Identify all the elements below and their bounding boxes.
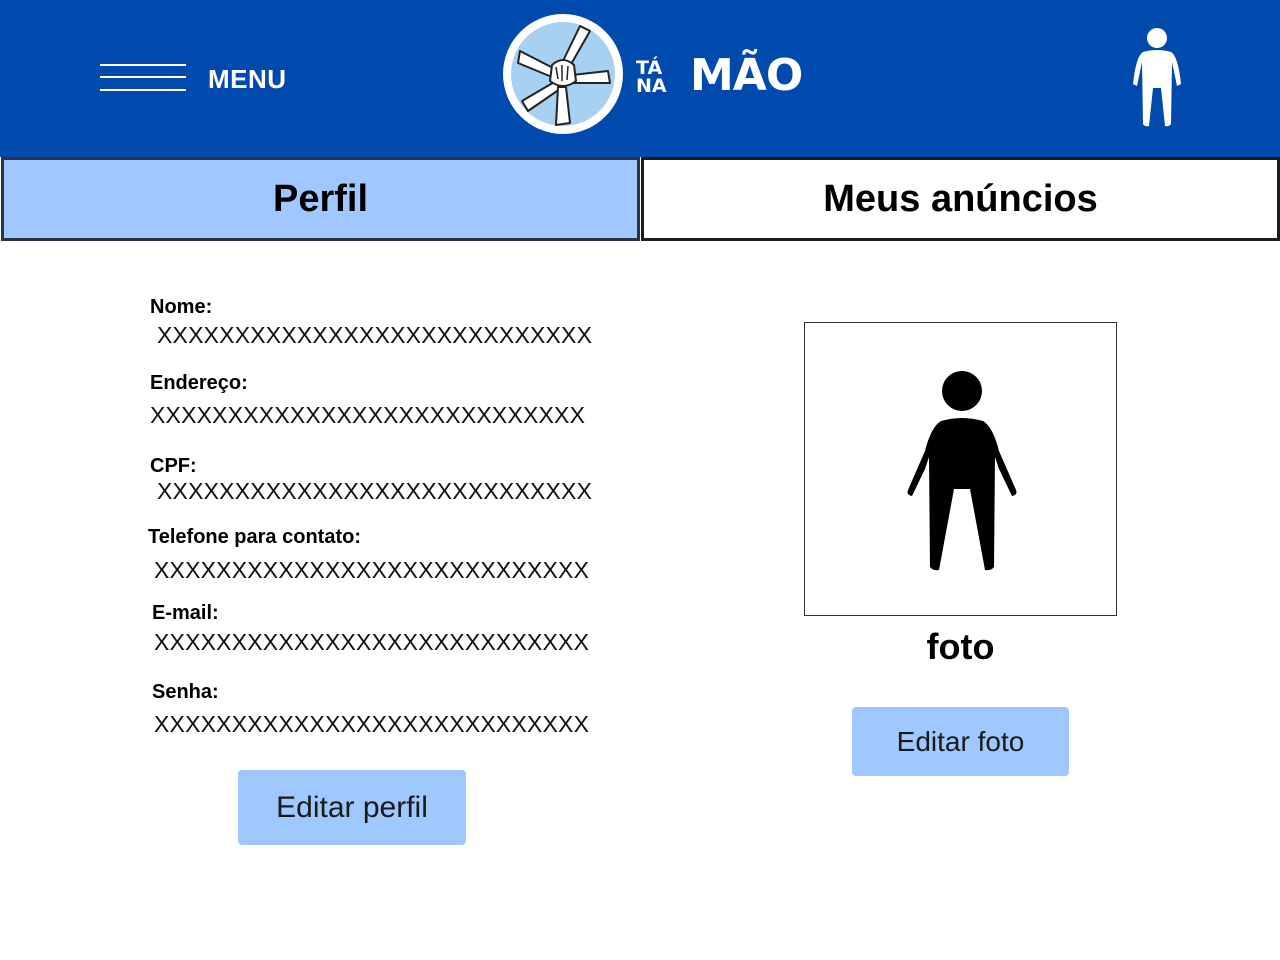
person-icon [907, 371, 1017, 571]
person-icon [1133, 28, 1181, 127]
menu-label: MENU [208, 64, 287, 94]
logo-text-mao: MÃO [690, 50, 803, 101]
logo-text-na: NA [636, 75, 667, 97]
address-value: XXXXXXXXXXXXXXXXXXXXXXXXXXXX [150, 402, 586, 428]
email-value: XXXXXXXXXXXXXXXXXXXXXXXXXXXX [154, 629, 590, 655]
phone-value: XXXXXXXXXXXXXXXXXXXXXXXXXXXX [154, 557, 590, 583]
cpf-value: XXXXXXXXXXXXXXXXXXXXXXXXXXXX [157, 478, 593, 504]
hands-together-icon [503, 14, 623, 134]
menu-button[interactable]: MENU [100, 60, 300, 100]
phone-label: Telefone para contato: [148, 526, 361, 548]
password-value: XXXXXXXXXXXXXXXXXXXXXXXXXXXX [154, 711, 590, 737]
cpf-label: CPF: [150, 455, 197, 477]
edit-photo-button[interactable]: Editar foto [852, 707, 1069, 776]
tab-profile[interactable]: Perfil [1, 157, 640, 241]
name-value: XXXXXXXXXXXXXXXXXXXXXXXXXXXX [157, 322, 593, 348]
tab-my-ads[interactable]: Meus anúncios [641, 157, 1280, 241]
email-label: E-mail: [152, 602, 219, 624]
edit-profile-button[interactable]: Editar perfil [238, 770, 466, 845]
user-account-button[interactable] [1128, 26, 1186, 128]
password-label: Senha: [152, 681, 219, 703]
hamburger-icon [100, 62, 186, 92]
profile-photo [804, 322, 1117, 616]
app-logo[interactable]: TÁ NA MÃO [500, 11, 830, 137]
photo-caption: foto [926, 626, 995, 667]
address-label: Endereço: [150, 372, 248, 394]
top-header: MENU TÁ NA MÃO [0, 0, 1280, 157]
name-label: Nome: [150, 296, 213, 318]
